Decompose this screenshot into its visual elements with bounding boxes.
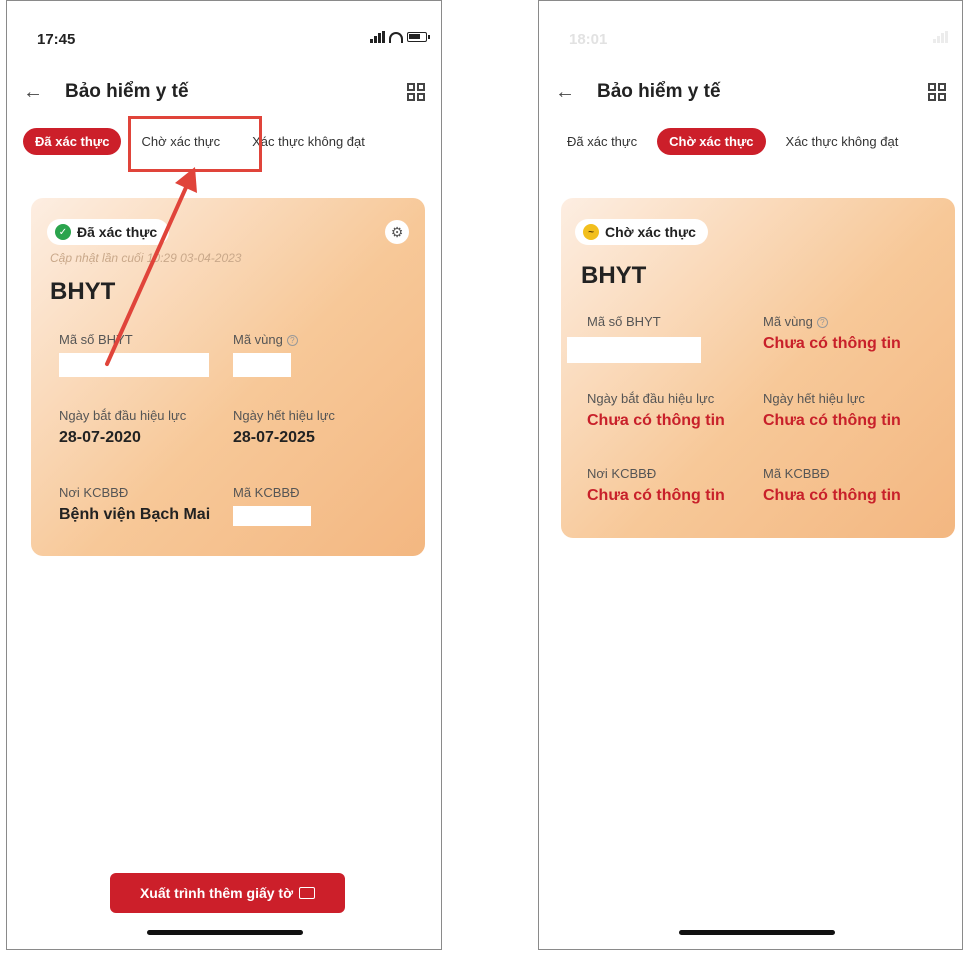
card-title: BHYT [581,262,647,289]
status-tabs: Đã xác thực Chờ xác thực Xác thực không … [555,128,911,155]
back-arrow-icon[interactable]: ← [555,81,585,104]
field-value: Chưa có thông tin [763,335,901,352]
field-end-date: Ngày hết hiệu lực Chưa có thông tin [763,391,901,430]
field-label: Mã số BHYT [587,314,661,329]
id-card-icon [299,887,316,899]
field-facility: Nơi KCBBĐ Chưa có thông tin [587,466,725,505]
app-header: ← Bảo hiểm y tế [555,77,946,107]
redacted-value [567,337,701,363]
right-phone-screen: 18:01 ← Bảo hiểm y tế Đã xác thực Chờ xá… [538,0,963,950]
field-label: Mã KCBBĐ [763,466,830,481]
signal-icon [933,31,948,43]
field-label: Nơi KCBBĐ [587,466,657,481]
field-label: Ngày hết hiệu lực [763,391,865,406]
tab-verified[interactable]: Đã xác thực [555,128,650,155]
field-region-code: Mã vùng? Chưa có thông tin [763,314,901,353]
tab-pending[interactable]: Chờ xác thực [657,128,766,155]
help-icon[interactable]: ? [816,317,828,329]
insurance-card: ~ Chờ xác thực BHYT Mã số BHYT Mã vùng? … [561,198,955,538]
status-badge: ~ Chờ xác thực [575,219,708,245]
status-badge-label: Chờ xác thực [605,224,696,240]
page-title: Bảo hiểm y tế [597,81,721,102]
home-indicator [679,930,835,935]
qr-code-icon[interactable] [928,83,946,101]
tab-failed[interactable]: Xác thực không đạt [773,128,911,155]
field-value: Chưa có thông tin [763,412,901,429]
field-value: Chưa có thông tin [587,412,725,429]
field-value: Chưa có thông tin [587,487,725,504]
field-start-date: Ngày bắt đầu hiệu lực Chưa có thông tin [587,391,725,430]
home-indicator [147,930,303,935]
present-documents-label: Xuất trình thêm giấy tờ [139,885,294,901]
field-insurance-number: Mã số BHYT [587,314,661,329]
status-time: 18:01 [569,31,608,48]
left-phone-screen: 17:45 ← Bảo hiểm y tế Đã xác thực Chờ xá… [6,0,442,950]
annotation-arrow [105,167,197,366]
pending-icon: ~ [583,224,599,240]
field-label: Mã vùng [763,314,813,329]
field-label: Ngày bắt đầu hiệu lực [587,391,715,406]
present-documents-button[interactable]: Xuất trình thêm giấy tờ [110,873,345,913]
status-indicators [933,31,948,43]
field-value: Chưa có thông tin [763,487,901,504]
field-facility-code: Mã KCBBĐ Chưa có thông tin [763,466,901,505]
